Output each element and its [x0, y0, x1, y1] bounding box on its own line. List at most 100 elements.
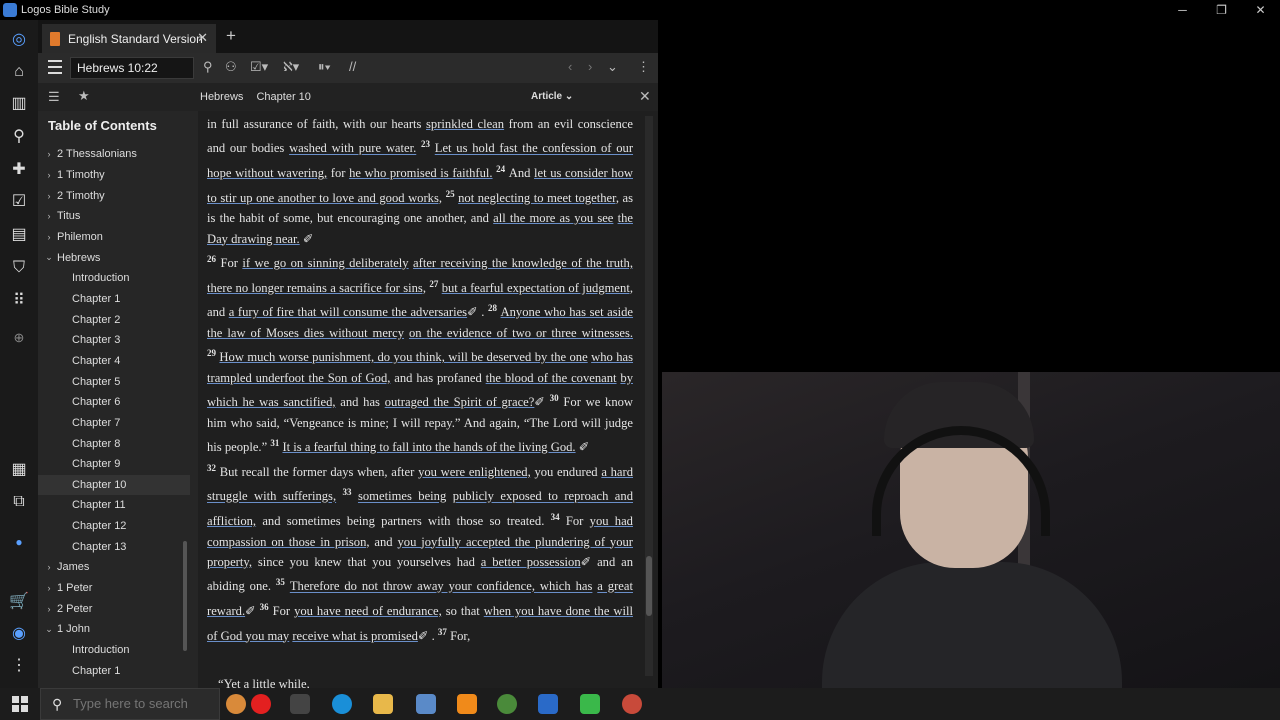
library-icon[interactable]: ▥ — [9, 94, 29, 114]
layouts-icon[interactable]: ▦ — [9, 460, 29, 480]
split-icon[interactable]: // — [349, 59, 356, 74]
chevron-icon[interactable]: ⌄ — [43, 252, 55, 263]
tab-esv[interactable]: English Standard Version ✕ — [42, 24, 216, 53]
chrome-profile-icon[interactable] — [622, 694, 642, 714]
document-icon[interactable]: ▤ — [9, 225, 29, 245]
breadcrumb-chapter[interactable]: Chapter 10 — [256, 91, 310, 103]
cross-reference-text[interactable]: How much worse punishment, do you think,… — [219, 350, 587, 364]
chevron-icon[interactable]: › — [43, 211, 55, 221]
cart-icon[interactable]: 🛒 — [9, 592, 29, 612]
toc-list-icon[interactable]: ☰ — [48, 89, 60, 105]
gingerbread-icon[interactable] — [226, 694, 246, 714]
toc-item[interactable]: › James — [38, 557, 190, 578]
scroll-thumb[interactable] — [646, 556, 652, 616]
toc-item[interactable]: › 1 Peter — [38, 578, 190, 599]
logos-home-icon[interactable]: ◎ — [9, 30, 29, 50]
toc-item[interactable]: ⌄ Hebrews — [38, 247, 190, 268]
close-reader-icon[interactable]: ✕ — [639, 88, 651, 105]
toc-item[interactable]: Chapter 1 — [38, 660, 190, 681]
toc-item[interactable]: Chapter 5 — [38, 371, 190, 392]
panel-menu-icon[interactable]: ⋮ — [637, 59, 650, 75]
checklist-icon[interactable]: ☑ — [9, 192, 29, 212]
highlight-icon[interactable]: ☑▾ — [250, 59, 268, 75]
cross-reference-text[interactable]: but a fearful expectation of judgment, — [442, 281, 633, 295]
new-window-icon[interactable]: ⧉ — [9, 492, 29, 512]
toc-item[interactable]: › 2 Thessalonians — [38, 144, 190, 165]
logos-taskbar-icon[interactable] — [538, 694, 558, 714]
verse-number[interactable]: 26 — [207, 254, 216, 264]
toc-item[interactable]: › 1 Timothy — [38, 165, 190, 186]
toc-item[interactable]: › Philemon — [38, 227, 190, 248]
chevron-icon[interactable]: › — [43, 562, 55, 572]
taskbar-search[interactable]: ⚲ — [40, 688, 220, 720]
reader-scrollbar[interactable] — [645, 116, 653, 676]
cross-reference-text[interactable]: he who promised is faithful. — [349, 166, 492, 180]
toc-item[interactable]: Chapter 6 — [38, 392, 190, 413]
verse-number[interactable]: 24 — [496, 164, 505, 174]
reference-input[interactable] — [71, 58, 193, 78]
cross-reference-text[interactable]: you have need of endurance, — [294, 604, 442, 618]
cross-reference-text[interactable]: outraged the Spirit of grace? — [385, 395, 535, 409]
vlc-icon[interactable] — [457, 694, 477, 714]
cross-reference-text[interactable]: on the evidence of two or three witnesse… — [409, 326, 633, 340]
toc-item[interactable]: ⌄ 1 John — [38, 619, 190, 640]
cross-reference-text[interactable]: receive what is promised — [292, 629, 418, 643]
cross-reference-text[interactable]: washed with pure water. — [289, 142, 416, 156]
toc-item[interactable]: › 2 Peter — [38, 598, 190, 619]
hamburger-menu-icon[interactable] — [48, 60, 62, 74]
toc-scrollbar[interactable] — [183, 541, 187, 651]
toc-item[interactable]: Chapter 9 — [38, 454, 190, 475]
chevron-icon[interactable]: › — [43, 149, 55, 159]
cross-reference-text[interactable]: sometimes being — [358, 490, 446, 504]
verse-number[interactable]: 36 — [260, 602, 269, 612]
chevron-icon[interactable]: › — [43, 604, 55, 614]
visual-filters-icon[interactable]: ⚇ — [225, 59, 237, 75]
cross-reference-text[interactable]: sprinkled clean — [426, 117, 504, 131]
toc-item[interactable]: Chapter 12 — [38, 516, 190, 537]
chevron-icon[interactable]: › — [43, 191, 55, 201]
cross-reference-text[interactable]: you were enlightened, — [418, 465, 531, 479]
cross-reference-text[interactable]: there no longer remains a sacrifice for … — [207, 281, 426, 295]
breadcrumb-book[interactable]: Hebrews — [200, 91, 243, 103]
bible-icon[interactable]: ✚ — [9, 160, 29, 180]
toc-item[interactable]: › 2 Timothy — [38, 185, 190, 206]
toc-item[interactable]: › Titus — [38, 206, 190, 227]
windows-start-icon[interactable] — [12, 696, 28, 712]
cross-reference-text[interactable]: all the more as you see — [493, 211, 613, 225]
verse-number[interactable]: 31 — [270, 438, 279, 448]
shield-icon[interactable]: ⛉ — [9, 258, 29, 278]
chevron-icon[interactable]: › — [43, 232, 55, 242]
close-window-button[interactable]: ✕ — [1241, 0, 1280, 20]
toc-item[interactable]: Chapter 11 — [38, 495, 190, 516]
tools-grid-icon[interactable]: ⠿ — [9, 291, 29, 311]
app-icon[interactable] — [416, 694, 436, 714]
edge-icon[interactable] — [332, 694, 352, 714]
toc-item[interactable]: Chapter 10 — [38, 474, 190, 496]
verse-number[interactable]: 35 — [276, 577, 285, 587]
verse-number[interactable]: 30 — [550, 393, 559, 403]
minimize-button[interactable]: ─ — [1163, 0, 1202, 20]
notification-icon[interactable]: ● — [9, 532, 29, 552]
toc-item[interactable]: Chapter 7 — [38, 413, 190, 434]
interlinear-icon[interactable]: ℵ▾ — [283, 59, 299, 75]
toc-item[interactable]: Chapter 1 — [38, 289, 190, 310]
favorites-star-icon[interactable]: ★ — [78, 88, 90, 104]
verse-number[interactable]: 33 — [343, 487, 352, 497]
cross-reference-text[interactable]: It is a fearful thing to fall into the h… — [282, 440, 575, 454]
back-icon[interactable]: ‹ — [568, 59, 572, 74]
toc-item[interactable]: Introduction — [38, 640, 190, 661]
chrome-icon[interactable] — [497, 694, 517, 714]
close-tab-icon[interactable]: ✕ — [197, 30, 208, 46]
camtasia-icon[interactable] — [580, 694, 600, 714]
view-mode-dropdown[interactable]: Article ⌄ — [531, 91, 573, 102]
chevron-icon[interactable]: › — [43, 583, 55, 593]
chevron-icon[interactable]: › — [43, 170, 55, 180]
search-icon[interactable]: ⚲ — [203, 59, 213, 75]
toc-item[interactable]: Chapter 3 — [38, 330, 190, 351]
forward-icon[interactable]: › — [588, 59, 592, 74]
cross-reference-text[interactable]: a fury of fire that will consume the adv… — [229, 305, 467, 319]
cross-reference-text[interactable]: not neglecting to meet together, — [458, 191, 619, 205]
toc-item[interactable]: Chapter 8 — [38, 433, 190, 454]
toc-item[interactable]: Chapter 2 — [38, 309, 190, 330]
verse-number[interactable]: 25 — [446, 189, 455, 199]
